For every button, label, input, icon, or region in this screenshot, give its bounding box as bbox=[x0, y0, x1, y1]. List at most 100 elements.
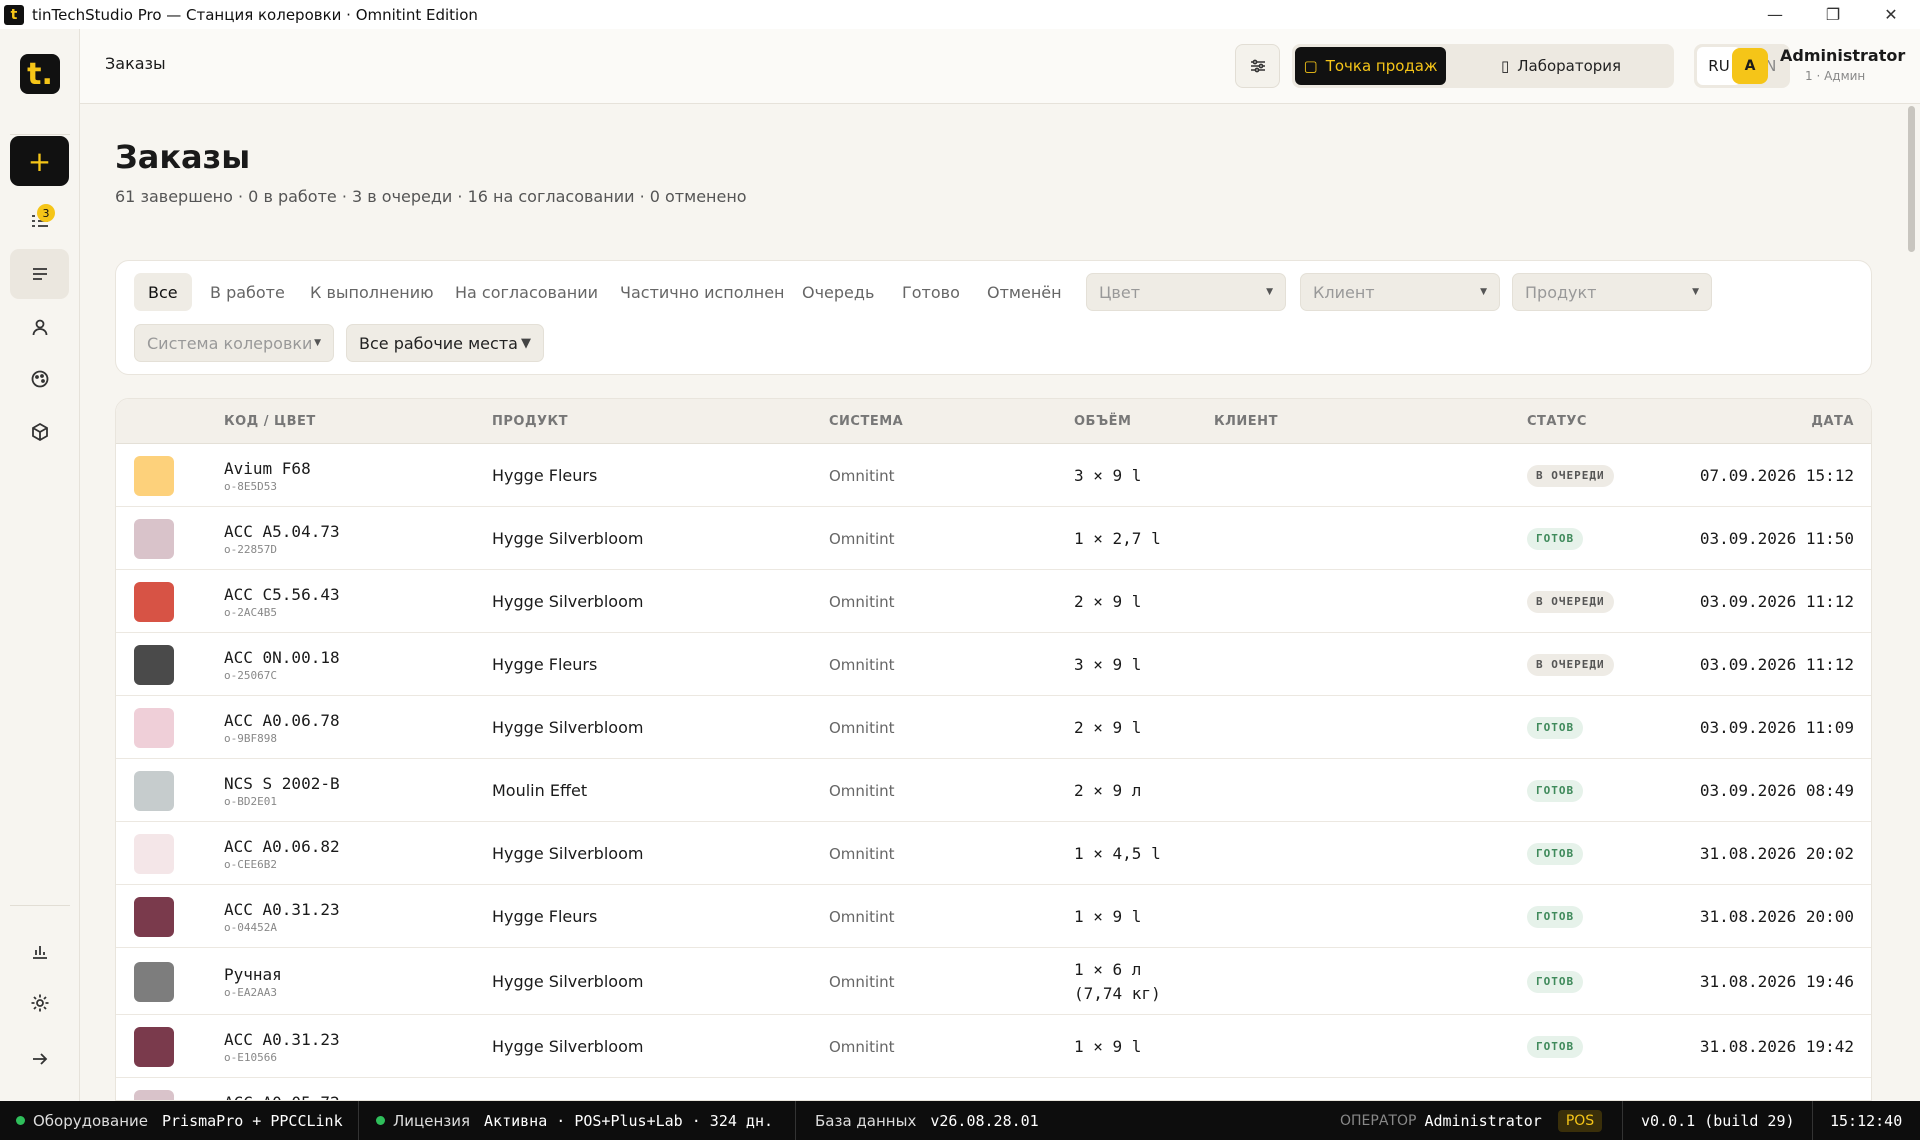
col-code[interactable]: КОД / ЦВЕТ bbox=[224, 414, 316, 429]
col-volume[interactable]: ОБЪЁМ bbox=[1074, 414, 1132, 429]
table-row[interactable]: NCS S 2002-B o-BD2E01 Moulin Effet Omnitint… bbox=[116, 759, 1871, 822]
volume: 1 × 9 l bbox=[1074, 1036, 1142, 1056]
volume: 1 × 9 l bbox=[1074, 906, 1142, 926]
order-date: 07.09.2026 15:12 bbox=[1699, 465, 1854, 485]
sidebar-item-logout[interactable] bbox=[10, 1034, 69, 1084]
client-filter-label: Клиент bbox=[1313, 282, 1375, 302]
close-icon[interactable]: ✕ bbox=[1862, 0, 1920, 29]
color-code: ACC A0.05.72 bbox=[224, 1093, 340, 1101]
tab-ready[interactable]: Готово bbox=[888, 273, 974, 311]
sidebar-item-colors[interactable] bbox=[10, 354, 69, 404]
mode-pos-button[interactable]: ▢ Точка продаж bbox=[1295, 47, 1446, 85]
statusbar-divider bbox=[358, 1101, 359, 1140]
db-label: База данных bbox=[815, 1111, 917, 1130]
color-filter-label: Цвет bbox=[1099, 282, 1141, 302]
arrow-right-icon bbox=[32, 1053, 47, 1065]
operator-value: Administrator bbox=[1424, 1111, 1542, 1130]
table-row[interactable]: Avium F68 o-8E5D53 Hygge Fleurs Omnitint 3 ×… bbox=[116, 444, 1871, 507]
color-code: ACC A0.06.78 bbox=[224, 710, 340, 730]
col-date[interactable]: ДАТА bbox=[1811, 414, 1854, 429]
caret-down-icon: ▼ bbox=[314, 338, 321, 348]
table-row[interactable]: ACC A0.31.23 o-E10566 Hygge Silverbloom Omn… bbox=[116, 1015, 1871, 1078]
app-logo[interactable]: t. bbox=[20, 54, 60, 94]
tab-in-progress[interactable]: В работе bbox=[196, 273, 299, 311]
client-filter[interactable]: Клиент ▼ bbox=[1300, 273, 1500, 311]
tab-to-do[interactable]: К выполнению bbox=[296, 273, 448, 311]
gear-icon bbox=[31, 994, 48, 1012]
col-client[interactable]: КЛИЕНТ bbox=[1214, 414, 1278, 429]
box-icon bbox=[31, 422, 48, 442]
color-code: Ручная bbox=[224, 964, 282, 984]
order-date: 03.09.2026 11:12 bbox=[1699, 654, 1854, 674]
sidebar-item-products[interactable] bbox=[10, 407, 69, 457]
sidebar-item-settings[interactable] bbox=[10, 978, 69, 1028]
table-row[interactable]: ACC A0.31.23 o-04452A Hygge Fleurs Omnitint… bbox=[116, 885, 1871, 948]
restore-icon[interactable]: ❐ bbox=[1804, 0, 1862, 29]
table-row[interactable]: ACC A0.06.78 o-9BF898 Hygge Silverbloom Omn… bbox=[116, 696, 1871, 759]
table-row[interactable]: ACC A0.06.82 o-CEE6B2 Hygge Silverbloom Omn… bbox=[116, 822, 1871, 885]
tab-cancelled[interactable]: Отменён bbox=[973, 273, 1076, 311]
sidebar-item-orders[interactable] bbox=[10, 249, 69, 299]
top-header: Заказы ▢ Точка продаж ▯ Лаборатория RU E… bbox=[80, 29, 1920, 104]
sidebar-item-clients[interactable] bbox=[10, 302, 69, 352]
minimize-icon[interactable]: — bbox=[1746, 0, 1804, 29]
table-row[interactable]: ACC A0.05.72 bbox=[116, 1078, 1871, 1101]
status-dot-icon bbox=[16, 1116, 25, 1125]
status-badge: ГОТОВ bbox=[1527, 716, 1584, 739]
caret-down-icon: ▼ bbox=[521, 335, 531, 351]
user-icon bbox=[32, 319, 47, 336]
statusbar-divider bbox=[1622, 1101, 1623, 1140]
scrollbar[interactable] bbox=[1908, 106, 1915, 252]
filter-settings-button[interactable] bbox=[1235, 44, 1280, 88]
order-id: o-9BF898 bbox=[224, 731, 277, 745]
sidebar: t. + 3 bbox=[0, 29, 80, 1101]
table-row[interactable]: ACC A5.04.73 o-22857D Hygge Silverbloom Omn… bbox=[116, 507, 1871, 570]
avatar[interactable]: A bbox=[1732, 48, 1768, 84]
product-filter[interactable]: Продукт ▼ bbox=[1512, 273, 1712, 311]
order-id: o-2AC4B5 bbox=[224, 605, 277, 619]
mode-lab-button[interactable]: ▯ Лаборатория bbox=[1452, 47, 1670, 85]
table-row[interactable]: Ручная o-EA2AA3 Hygge Silverbloom Omnitint 1… bbox=[116, 948, 1871, 1015]
status-dot-icon bbox=[376, 1116, 385, 1125]
color-code: ACC A5.04.73 bbox=[224, 521, 340, 541]
order-id: o-04452A bbox=[224, 920, 277, 934]
license-status[interactable]: Лицензия Активна · POS+Plus+Lab · 324 дн… bbox=[376, 1101, 773, 1140]
volume: 3 × 9 l bbox=[1074, 654, 1142, 674]
volume-value: 1 × 6 л bbox=[1074, 959, 1142, 979]
color-filter[interactable]: Цвет ▼ bbox=[1086, 273, 1286, 311]
tinting-system: Omnitint bbox=[829, 844, 895, 863]
user-name[interactable]: Administrator bbox=[1780, 46, 1905, 65]
window-title: tinTechStudio Pro — Станция колеровки · … bbox=[32, 5, 478, 24]
tab-queue[interactable]: Очередь bbox=[788, 273, 888, 311]
status-badge: ГОТОВ bbox=[1527, 905, 1584, 928]
sidebar-item-queue[interactable]: 3 bbox=[10, 196, 69, 246]
workplace-select[interactable]: Все рабочие места ▼ bbox=[346, 324, 544, 362]
color-swatch bbox=[134, 455, 174, 496]
order-date: 31.08.2026 19:46 bbox=[1699, 971, 1854, 991]
tab-partial[interactable]: Частично исполнен bbox=[606, 273, 799, 311]
order-id: o-E10566 bbox=[224, 1050, 277, 1064]
tab-all[interactable]: Все bbox=[134, 273, 192, 311]
status-badge: ГОТОВ bbox=[1527, 842, 1584, 865]
table-row[interactable]: ACC C5.56.43 o-2AC4B5 Hygge Silverbloom Omn… bbox=[116, 570, 1871, 633]
order-id: o-BD2E01 bbox=[224, 794, 277, 808]
new-order-button[interactable]: + bbox=[10, 136, 69, 186]
col-system[interactable]: СИСТЕМА bbox=[829, 414, 903, 429]
col-status[interactable]: СТАТУС bbox=[1527, 414, 1587, 429]
orders-table: КОД / ЦВЕТ ПРОДУКТ СИСТЕМА ОБЪЁМ КЛИЕНТ … bbox=[115, 398, 1872, 1101]
product-name: Moulin Effet bbox=[492, 780, 588, 800]
order-date: 31.08.2026 20:02 bbox=[1699, 843, 1854, 863]
color-code: ACC A0.31.23 bbox=[224, 1029, 340, 1049]
tinting-system: Omnitint bbox=[829, 1037, 895, 1056]
color-swatch bbox=[134, 1026, 174, 1067]
equipment-status[interactable]: Оборудование PrismaPro + PPCCLink bbox=[16, 1101, 343, 1140]
caret-down-icon: ▼ bbox=[1480, 287, 1487, 297]
col-product[interactable]: ПРОДУКТ bbox=[492, 414, 568, 429]
palette-icon bbox=[31, 370, 48, 388]
sidebar-item-reports[interactable] bbox=[10, 926, 69, 976]
tinting-system-filter[interactable]: Система колеровки ▼ bbox=[134, 324, 334, 362]
tinting-system: Omnitint bbox=[829, 466, 895, 485]
tab-approval[interactable]: На согласовании bbox=[441, 273, 612, 311]
color-code: ACC C5.56.43 bbox=[224, 584, 340, 604]
table-row[interactable]: ACC 0N.00.18 o-25067C Hygge Fleurs Omnitint… bbox=[116, 633, 1871, 696]
